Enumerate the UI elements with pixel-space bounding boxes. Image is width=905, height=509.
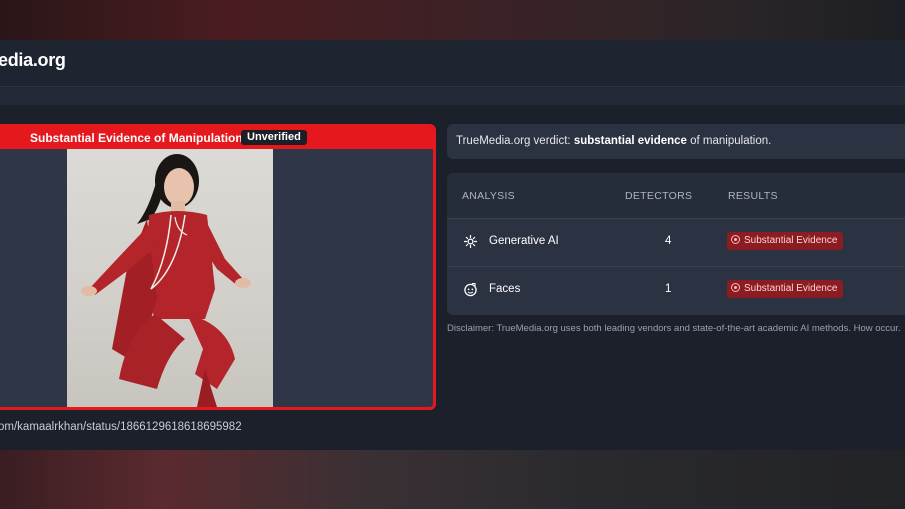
faces-icon	[463, 282, 478, 297]
table-row[interactable]: Faces 1 Substantial Evidence	[447, 267, 905, 314]
table-header: ANALYSIS DETECTORS RESULTS	[447, 173, 905, 219]
analysis-name: Faces	[489, 283, 521, 295]
verdict-summary: TrueMedia.org verdict: substantial evide…	[447, 124, 905, 159]
site-logo[interactable]: edia.org	[0, 50, 66, 71]
alert-circle-icon	[731, 235, 740, 244]
verdict-text: TrueMedia.org verdict: substantial evide…	[456, 135, 772, 147]
detector-count: 4	[665, 235, 672, 247]
alert-circle-icon	[731, 283, 740, 292]
site-header: edia.org	[0, 40, 905, 87]
main-content: Substantial Evidence of Manipulation Unv…	[0, 105, 905, 450]
woman-photo-icon	[81, 154, 251, 407]
media-verdict-bar: Substantial Evidence of Manipulation Unv…	[0, 127, 433, 149]
video-frame-top-blur	[0, 0, 905, 40]
column-header-analysis: ANALYSIS	[462, 190, 515, 202]
media-verdict-label: Substantial Evidence of Manipulation	[30, 131, 243, 145]
table-row[interactable]: Generative AI 4 Substantial Evidence	[447, 219, 905, 267]
media-card: Substantial Evidence of Manipulation Unv…	[0, 124, 436, 410]
header-subbar	[0, 87, 905, 105]
generative-ai-icon	[463, 234, 478, 249]
analysis-table: ANALYSIS DETECTORS RESULTS Generative AI…	[447, 173, 905, 315]
source-url-link[interactable]: om/kamaalrkhan/status/186612961861869598…	[0, 421, 242, 433]
verdict-emphasis: substantial evidence	[573, 135, 687, 147]
detector-count: 1	[665, 283, 672, 295]
unverified-badge: Unverified	[241, 130, 307, 145]
column-header-results: RESULTS	[728, 190, 778, 202]
column-header-detectors: DETECTORS	[625, 190, 693, 202]
analyzed-media-image[interactable]	[67, 149, 273, 407]
result-badge: Substantial Evidence	[727, 232, 844, 250]
result-badge: Substantial Evidence	[727, 280, 844, 298]
analysis-name: Generative AI	[489, 235, 559, 247]
video-frame-bottom-blur	[0, 450, 905, 509]
disclaimer-text: Disclaimer: TrueMedia.org uses both lead…	[447, 323, 901, 334]
